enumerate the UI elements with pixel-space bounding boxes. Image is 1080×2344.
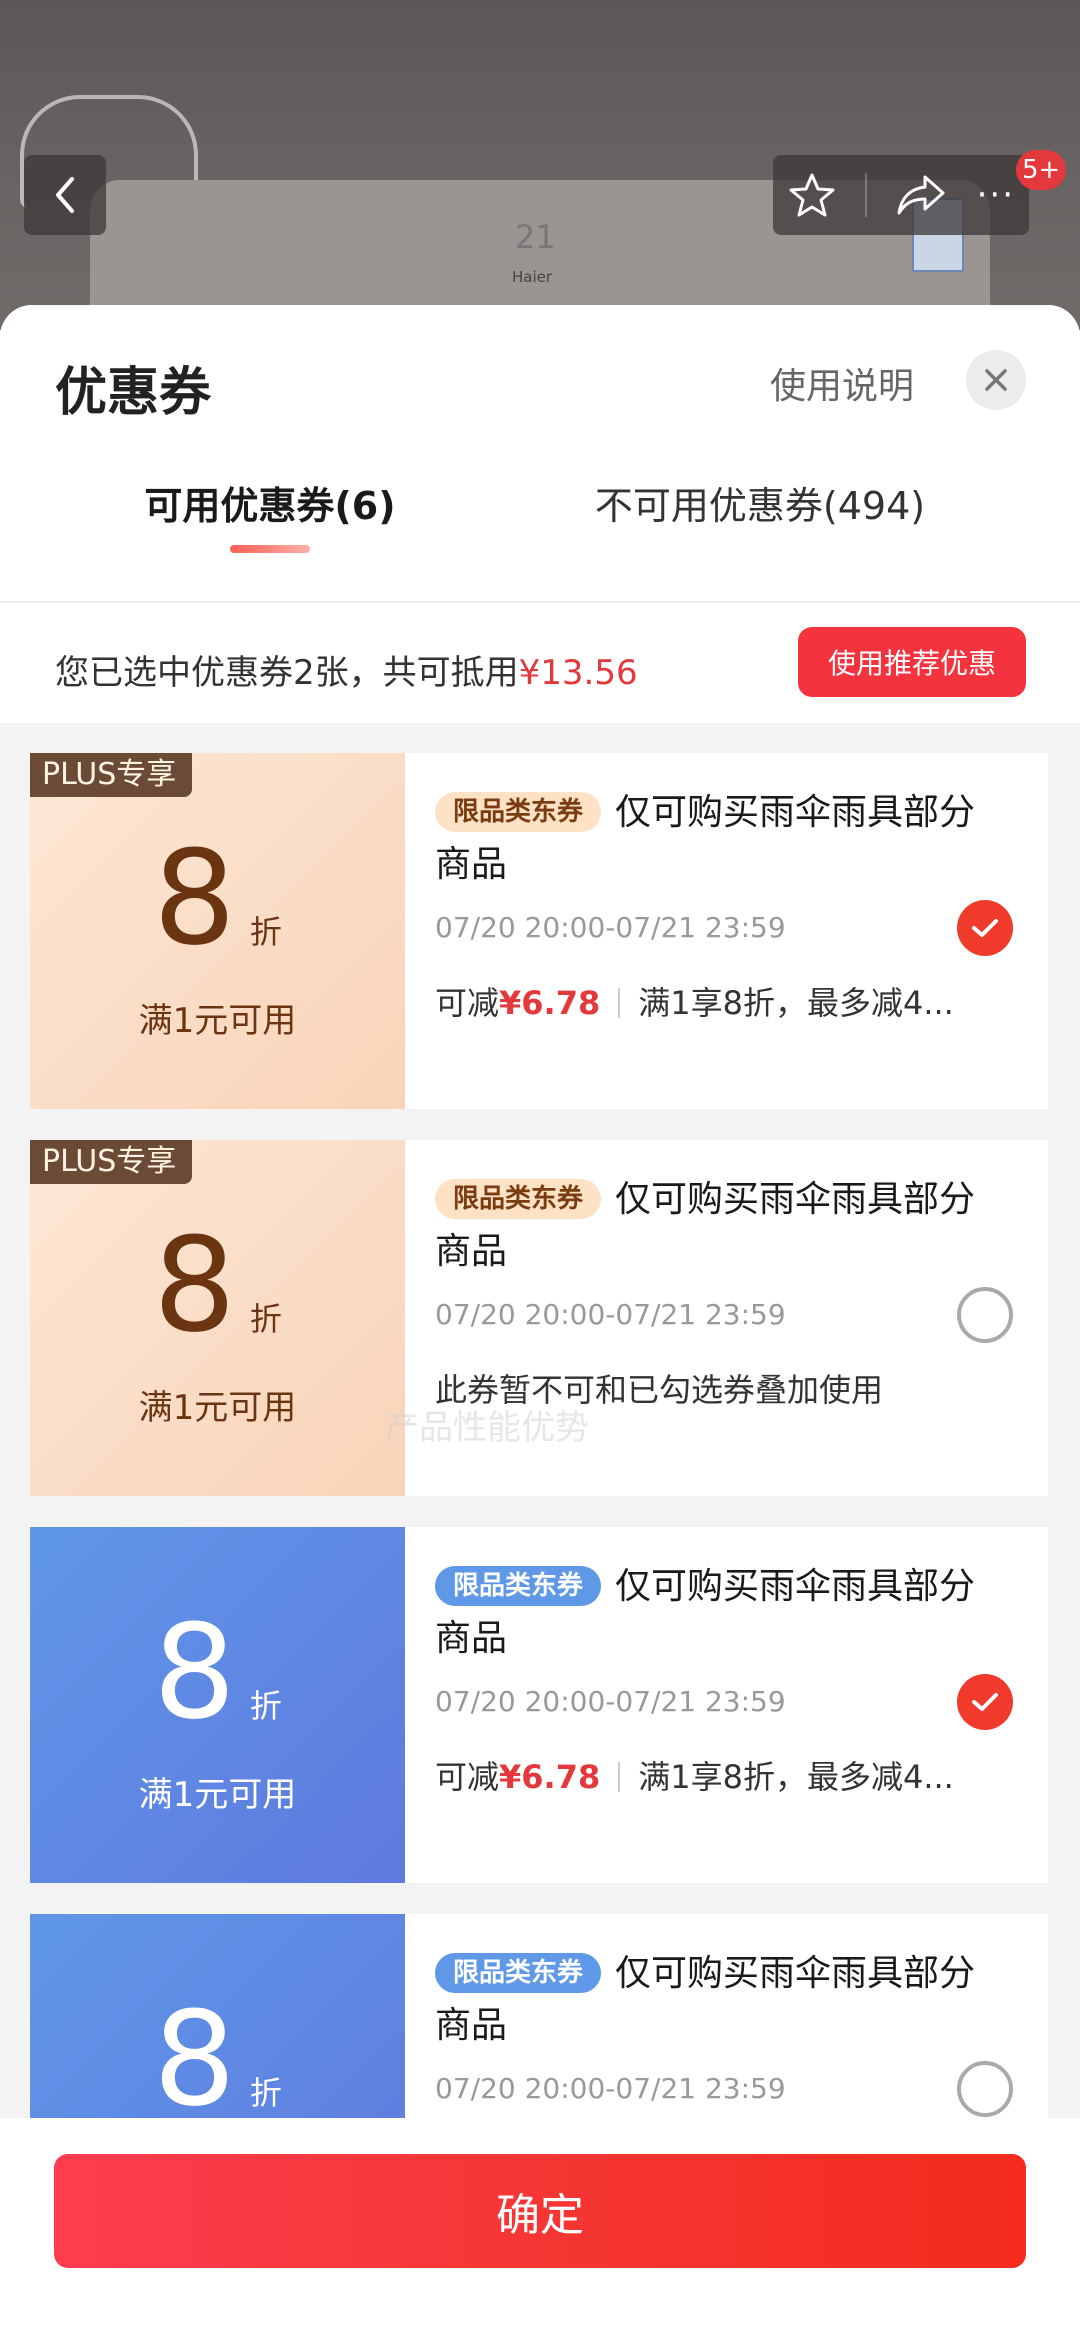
- coupon-value-panel: PLUS专享 8折 满1元可用: [30, 1140, 405, 1496]
- usage-instructions-link[interactable]: 使用说明: [770, 357, 914, 409]
- coupon-sheet: 优惠券 使用说明 可用优惠券(6) 不可用优惠券(494) 您已选中优惠券2张，…: [0, 305, 1080, 2344]
- category-tag: 限品类东券: [435, 1953, 602, 1993]
- coupon-saving: 可减¥6.78 满1享8折，最多减4...: [435, 978, 954, 1024]
- coupon-threshold: 满1元可用: [138, 1001, 297, 1041]
- more-dots-icon[interactable]: ···: [977, 178, 1015, 212]
- confirm-button[interactable]: 确定: [54, 2154, 1026, 2268]
- tab-available[interactable]: 可用优惠券(6): [0, 475, 540, 530]
- coupon-checkbox[interactable]: [957, 1674, 1013, 1730]
- check-icon: [972, 919, 998, 937]
- coupon-saving: 可减¥6.78 满1享8折，最多减4...: [435, 1752, 954, 1798]
- coupon-rule: 满1享8折，最多减4...: [638, 984, 954, 1022]
- star-icon: [789, 173, 835, 217]
- pill-divider: [864, 173, 867, 217]
- back-button[interactable]: [24, 155, 106, 235]
- coupon-date: 07/20 20:00-07/21 23:59: [435, 911, 786, 944]
- plus-exclusive-tag: PLUS专享: [30, 1140, 193, 1184]
- discount-unit: 折: [249, 2074, 282, 2112]
- coupon-date: 07/20 20:00-07/21 23:59: [435, 1298, 786, 1331]
- discount-value: 8折: [30, 833, 405, 963]
- coupon-card[interactable]: 8折 满1元可用 限品类东券 仅可购买雨伞雨具部分商品 07/20 20:00-0…: [30, 1527, 1048, 1883]
- coupon-title: 限品类东券 仅可购买雨伞雨具部分商品: [435, 1948, 995, 2052]
- tab-unavailable[interactable]: 不可用优惠券(494): [500, 475, 1020, 530]
- sheet-footer: 确定: [0, 2118, 1080, 2344]
- message-count-badge: 5+: [1016, 150, 1067, 190]
- detail-divider: [618, 988, 621, 1018]
- coupon-rule: 满1享8折，最多减4...: [638, 1758, 954, 1796]
- coupon-card[interactable]: PLUS专享 8折 满1元可用 限品类东券 仅可购买雨伞雨具部分商品 07/20 …: [30, 753, 1048, 1109]
- divider: [0, 601, 1080, 603]
- watermark-text: 产品性能优势: [385, 1408, 589, 1448]
- close-icon: [985, 369, 1007, 391]
- saving-amount: ¥6.78: [499, 1758, 601, 1796]
- summary-amount: ¥13.56: [518, 653, 638, 693]
- coupon-tabs: 可用优惠券(6) 不可用优惠券(494): [0, 475, 1080, 585]
- discount-unit: 折: [249, 1687, 282, 1725]
- coupon-title: 限品类东券 仅可购买雨伞雨具部分商品: [435, 787, 995, 891]
- share-button[interactable]: [895, 171, 949, 219]
- coupon-value-panel: PLUS专享 8折 满1元可用: [30, 753, 405, 1109]
- summary-text: 您已选中优惠券2张，共可抵用: [55, 653, 519, 693]
- coupon-value-panel: 8折 满1元可用: [30, 1527, 405, 1883]
- active-tab-indicator: [230, 545, 310, 553]
- selection-summary: 您已选中优惠券2张，共可抵用¥13.56: [55, 645, 638, 694]
- share-arrow-icon: [897, 175, 945, 215]
- discount-value: 8折: [30, 1220, 405, 1350]
- discount-unit: 折: [249, 913, 282, 951]
- coupon-title: 限品类东券 仅可购买雨伞雨具部分商品: [435, 1561, 995, 1665]
- sheet-header: 优惠券 使用说明 可用优惠券(6) 不可用优惠券(494) 您已选中优惠券2张，…: [0, 305, 1080, 723]
- saving-label: 可减: [435, 1758, 500, 1796]
- discount-number: 8: [153, 1596, 236, 1748]
- discount-number: 8: [153, 822, 236, 974]
- coupon-date: 07/20 20:00-07/21 23:59: [435, 1685, 786, 1718]
- discount-number: 8: [153, 1209, 236, 1361]
- close-button[interactable]: [966, 350, 1026, 410]
- category-tag: 限品类东券: [435, 1566, 602, 1606]
- product-logo: Haier: [512, 268, 553, 286]
- favorite-button[interactable]: [787, 170, 837, 220]
- category-tag: 限品类东券: [435, 792, 602, 832]
- coupon-date: 07/20 20:00-07/21 23:59: [435, 2072, 786, 2105]
- coupon-title: 限品类东券 仅可购买雨伞雨具部分商品: [435, 1174, 995, 1278]
- top-action-group: ···: [773, 155, 1029, 235]
- coupon-threshold: 满1元可用: [138, 1388, 297, 1428]
- saving-label: 可减: [435, 984, 500, 1022]
- discount-value: 8折: [30, 1994, 405, 2124]
- coupon-threshold: 满1元可用: [138, 1775, 297, 1815]
- saving-amount: ¥6.78: [499, 984, 601, 1022]
- coupon-checkbox[interactable]: [957, 2061, 1013, 2117]
- use-recommended-button[interactable]: 使用推荐优惠: [798, 627, 1026, 697]
- category-tag: 限品类东券: [435, 1179, 602, 1219]
- product-image-area: 21 Haier ··· 5+: [0, 0, 1080, 330]
- plus-exclusive-tag: PLUS专享: [30, 753, 193, 797]
- discount-value: 8折: [30, 1607, 405, 1737]
- discount-unit: 折: [249, 1300, 282, 1338]
- detail-divider: [618, 1762, 621, 1792]
- coupon-checkbox[interactable]: [957, 900, 1013, 956]
- check-icon: [972, 1693, 998, 1711]
- sheet-title: 优惠券: [55, 363, 212, 423]
- chevron-left-icon: [56, 177, 74, 213]
- discount-number: 8: [153, 1983, 236, 2135]
- coupon-info: 限品类东券 仅可购买雨伞雨具部分商品 07/20 20:00-07/21 23:5…: [435, 753, 1035, 1109]
- coupon-info: 限品类东券 仅可购买雨伞雨具部分商品 07/20 20:00-07/21 23:5…: [435, 1527, 1035, 1883]
- coupon-checkbox[interactable]: [957, 1287, 1013, 1343]
- product-display-digit: 21: [515, 218, 556, 256]
